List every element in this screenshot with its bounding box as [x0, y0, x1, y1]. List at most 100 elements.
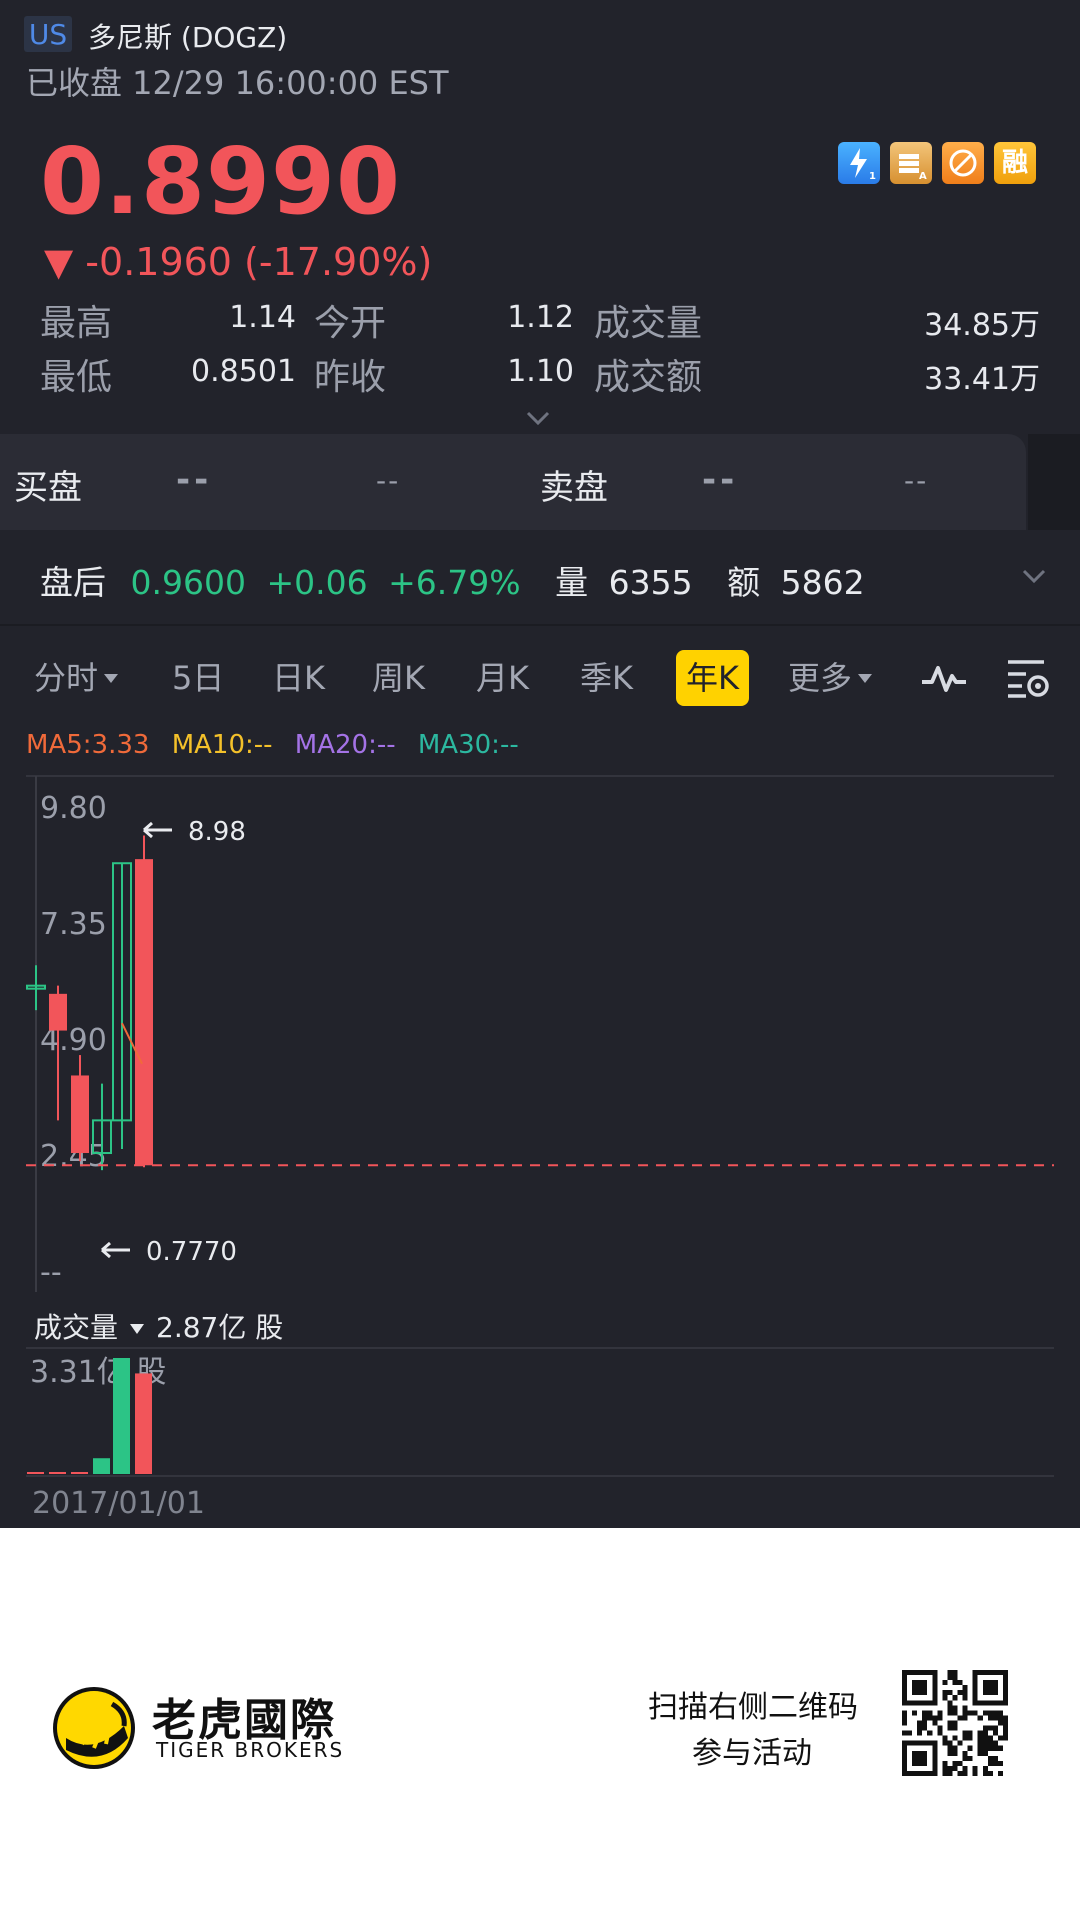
after-hours-row[interactable]: 盘后 0.9600 +0.06 +6.79% 量 6355 额 5862: [40, 556, 865, 604]
qr-finder-core: [912, 1680, 928, 1696]
tab-intraday[interactable]: 分时: [34, 650, 119, 706]
qr-module: [992, 1740, 998, 1746]
stat-label-low: 最低: [40, 357, 113, 398]
qr-module: [957, 1680, 963, 1686]
qr-module: [947, 1725, 953, 1731]
after-hours-change: +0.06: [266, 563, 368, 602]
qr-module: [962, 1685, 968, 1691]
qr-module: [992, 1725, 998, 1731]
volume-chart[interactable]: 3.31亿 股: [0, 1346, 1080, 1486]
tab-yearly[interactable]: 年K: [676, 650, 749, 706]
qr-module: [927, 1730, 933, 1736]
expand-quote-chevron-icon[interactable]: [524, 404, 552, 432]
period-tabs: 分时 5日 日K 周K 月K 季K 年K 更多: [0, 650, 1080, 706]
qr-module: [942, 1770, 948, 1776]
qr-module: [997, 1735, 1003, 1741]
qr-module: [907, 1730, 913, 1736]
volume-label: 成交量: [34, 1311, 119, 1344]
qr-module: [952, 1725, 958, 1731]
qr-module: [952, 1735, 958, 1741]
no-short-badge-icon[interactable]: [942, 142, 984, 184]
tab-more[interactable]: 更多: [788, 650, 873, 706]
qr-module: [1002, 1725, 1008, 1731]
ma30-label: MA30:--: [417, 730, 519, 760]
candle-body: [49, 993, 67, 1031]
qr-module: [957, 1715, 963, 1721]
volume-header[interactable]: 成交量 2.87亿 股: [34, 1306, 283, 1346]
last-price: 0.8990: [40, 128, 402, 235]
tab-daily[interactable]: 日K: [272, 650, 325, 706]
qr-module: [987, 1735, 993, 1741]
qr-code[interactable]: [902, 1670, 1008, 1776]
volume-bar: [71, 1472, 88, 1474]
qr-module: [942, 1695, 948, 1701]
tab-quarterly[interactable]: 季K: [580, 650, 633, 706]
qr-module: [987, 1715, 993, 1721]
qr-module: [957, 1760, 963, 1766]
stats-row-2: 最低 0.8501 昨收 1.10 成交额 33.41万: [40, 348, 1040, 402]
margin-badge-icon[interactable]: 融: [994, 142, 1036, 184]
tab-5day[interactable]: 5日: [172, 650, 224, 706]
stats-row-1: 最高 1.14 今开 1.12 成交量 34.85万: [40, 294, 1040, 348]
dropdown-caret-icon: [858, 673, 873, 683]
education-badge-icon[interactable]: A: [890, 142, 932, 184]
qr-module: [952, 1765, 958, 1771]
stat-value-prev-close: 1.10: [507, 354, 574, 389]
indicator-wave-icon[interactable]: [920, 660, 968, 696]
qr-module: [997, 1720, 1003, 1726]
qr-module: [902, 1710, 908, 1716]
stat-label-turnover: 成交额: [594, 357, 703, 398]
qr-module: [982, 1750, 988, 1756]
qr-module: [942, 1680, 948, 1686]
level1-badge-icon[interactable]: 1: [838, 142, 880, 184]
qr-module: [902, 1715, 908, 1721]
candlestick-chart[interactable]: 9.807.354.902.45-- 8.980.7770: [0, 772, 1080, 1292]
tab-weekly[interactable]: 周K: [372, 650, 425, 706]
high-arrow-icon: [143, 821, 172, 839]
qr-module: [997, 1715, 1003, 1721]
qr-module: [922, 1715, 928, 1721]
qr-module: [962, 1715, 968, 1721]
quote-stats: 最高 1.14 今开 1.12 成交量 34.85万 最低 0.8501 昨收 …: [40, 294, 1040, 402]
qr-module: [987, 1770, 993, 1776]
qr-finder-core: [982, 1680, 998, 1696]
qr-module: [982, 1725, 988, 1731]
qr-module: [932, 1720, 938, 1726]
qr-module: [922, 1720, 928, 1726]
qr-module: [912, 1710, 918, 1716]
stock-name[interactable]: 多尼斯 (DOGZ): [88, 16, 287, 56]
stat-value-high: 1.14: [229, 300, 296, 335]
tab-monthly[interactable]: 月K: [476, 650, 529, 706]
qr-module: [962, 1770, 968, 1776]
qr-module: [992, 1710, 998, 1716]
qr-module: [987, 1725, 993, 1731]
qr-module: [962, 1705, 968, 1711]
qr-module: [947, 1675, 953, 1681]
after-hours-label: 盘后: [40, 563, 106, 602]
after-hours-chevron-icon[interactable]: [1020, 562, 1048, 590]
ask-size: --: [904, 464, 929, 497]
qr-module: [947, 1765, 953, 1771]
feature-badges: 1 A 融: [838, 142, 1036, 184]
svg-text:A: A: [919, 171, 927, 182]
high-marker-label: 8.98: [188, 817, 246, 847]
qr-finder-core: [912, 1750, 928, 1766]
volume-value: 2.87亿 股: [156, 1311, 284, 1344]
promo-text-line1: 扫描右侧二维码: [648, 1690, 858, 1725]
qr-module: [982, 1770, 988, 1776]
qr-module: [952, 1720, 958, 1726]
after-hours-price: 0.9600: [130, 563, 246, 602]
bid-size: --: [376, 464, 401, 497]
qr-module: [947, 1745, 953, 1751]
qr-module: [962, 1690, 968, 1696]
chart-settings-icon[interactable]: [1004, 654, 1052, 702]
qr-module: [957, 1740, 963, 1746]
market-badge: US: [24, 16, 72, 52]
qr-module: [972, 1765, 978, 1771]
ask-price: --: [702, 460, 739, 500]
qr-module: [927, 1710, 933, 1716]
qr-module: [982, 1745, 988, 1751]
qr-module: [947, 1720, 953, 1726]
qr-module: [957, 1690, 963, 1696]
promo-footer: 老虎國際 TIGER BROKERS 扫描右侧二维码 参与活动: [0, 1528, 1080, 1920]
